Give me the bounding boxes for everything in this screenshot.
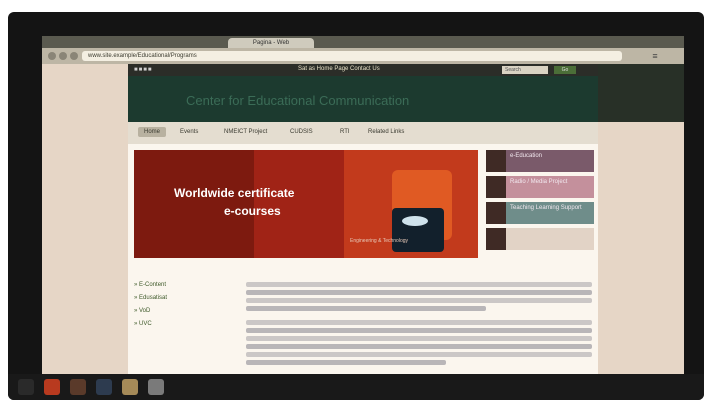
address-bar: www.site.example/Educational/Programs ≡	[42, 48, 684, 64]
body-text-line	[246, 352, 592, 357]
taskbar	[8, 374, 704, 400]
reload-icon[interactable]	[70, 52, 78, 60]
side-box-thumbnail	[486, 228, 506, 250]
body-text-line	[246, 344, 592, 349]
hero-photo	[392, 208, 444, 252]
hero-banner[interactable]: Worldwide certificate e-courses Engineer…	[134, 150, 478, 258]
forward-icon[interactable]	[59, 52, 67, 60]
side-box-thumbnail	[486, 150, 506, 172]
side-box-label: Radio / Media Project	[510, 179, 568, 185]
body-text-line	[246, 298, 592, 303]
left-link[interactable]: » VoD	[134, 308, 167, 314]
body-text-line	[246, 290, 592, 295]
monitor-frame: Pagina - Web www.site.example/Educationa…	[8, 12, 704, 400]
browser-icon[interactable]	[70, 379, 86, 395]
main-nav: Home Events NMEICT Project CUDSIS RTI Re…	[128, 122, 598, 144]
body-text-line	[246, 336, 592, 341]
nav-related-links[interactable]: Related Links	[368, 129, 404, 135]
search-button[interactable]: Go	[554, 66, 576, 74]
side-box-radio[interactable]: Radio / Media Project	[486, 176, 594, 198]
left-link[interactable]: » UVC	[134, 321, 167, 327]
left-link-list: » E-Content » Edusatisat » VoD » UVC	[134, 282, 167, 334]
side-box-teaching[interactable]: Teaching Learning Support	[486, 202, 594, 224]
main-content: Home Events NMEICT Project CUDSIS RTI Re…	[128, 122, 598, 374]
side-box-thumbnail	[486, 202, 506, 224]
site-search-input[interactable]: Search	[502, 66, 548, 74]
media-player-icon[interactable]	[44, 379, 60, 395]
left-link[interactable]: » E-Content	[134, 282, 167, 288]
hero-subheadline: e-courses	[224, 204, 281, 218]
nav-nmeict[interactable]: NMEICT Project	[224, 129, 267, 135]
nav-rti[interactable]: RTI	[340, 129, 350, 135]
hero-headline: Worldwide certificate	[174, 186, 295, 200]
nav-home[interactable]: Home	[138, 127, 167, 137]
folder-icon[interactable]	[122, 379, 138, 395]
explorer-icon[interactable]	[96, 379, 112, 395]
side-box-e-education[interactable]: e-Education	[486, 150, 594, 172]
menu-icon[interactable]: ≡	[640, 51, 670, 61]
left-link[interactable]: » Edusatisat	[134, 295, 167, 301]
page-right-margin	[598, 64, 684, 122]
start-icon[interactable]	[18, 379, 34, 395]
body-text-line	[246, 282, 592, 287]
hero-photo-highlight	[402, 216, 428, 226]
browser-tab[interactable]: Pagina - Web	[228, 38, 314, 48]
body-text-line	[246, 306, 486, 311]
app-icon[interactable]	[148, 379, 164, 395]
nav-events[interactable]: Events	[180, 129, 198, 135]
tab-bar: Pagina - Web	[42, 36, 684, 48]
top-links[interactable]: Sat as Home Page Contact Us	[298, 66, 380, 72]
site-title: Center for Educational Communication	[186, 93, 410, 108]
body-text-line	[246, 320, 592, 325]
web-page: ■■■■ Sat as Home Page Contact Us Search …	[42, 64, 684, 374]
hero-caption: Engineering & Technology	[350, 238, 409, 244]
browser-window: Pagina - Web www.site.example/Educationa…	[42, 36, 684, 374]
side-box-thumbnail	[486, 176, 506, 198]
side-box-label: Teaching Learning Support	[510, 205, 582, 211]
site-banner: Center for Educational Communication	[128, 76, 598, 122]
site-logo[interactable]: ■■■■	[134, 67, 153, 73]
nav-cudsis[interactable]: CUDSIS	[290, 129, 313, 135]
body-text-line	[246, 328, 592, 333]
body-text-line	[246, 360, 446, 365]
site-topbar: ■■■■ Sat as Home Page Contact Us Search …	[128, 64, 598, 76]
side-box-label: e-Education	[510, 153, 543, 159]
side-box-blank[interactable]	[486, 228, 594, 250]
back-icon[interactable]	[48, 52, 56, 60]
url-input[interactable]: www.site.example/Educational/Programs	[82, 51, 622, 61]
